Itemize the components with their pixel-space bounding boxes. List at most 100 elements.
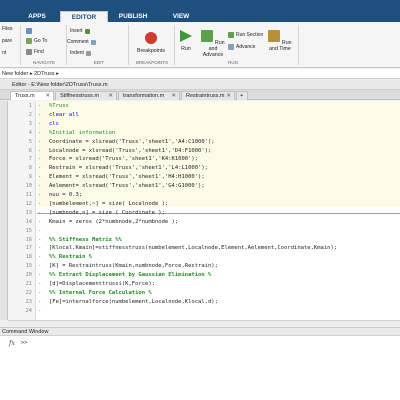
run-section-button[interactable]: Run Section [228,32,263,38]
code-line[interactable]: %% Stiffness Matrix %% [49,237,122,243]
line-marker[interactable]: - [38,210,41,216]
line-marker[interactable]: - [38,183,41,189]
line-marker[interactable]: - [38,219,41,225]
code-line[interactable]: [d]=Displacementtrussi(K,Force); [49,281,155,287]
line-marker[interactable]: - [38,103,41,109]
line-marker[interactable]: - [38,112,41,118]
code-line[interactable]: [numbnode,n] = size ( Coordinate ); [49,210,165,216]
close-icon[interactable]: ✕ [108,92,113,101]
line-number: 10 [25,183,32,190]
compare-partial-button[interactable]: pare [2,38,12,44]
line-marker[interactable]: - [38,290,41,296]
comment-button[interactable]: Comment [67,39,96,45]
tab-apps[interactable]: APPS [22,11,52,22]
code-line[interactable]: Element = xlsread('Truss','sheet1','H4:H… [49,174,205,180]
line-marker[interactable]: - [38,308,41,314]
separator [128,25,129,65]
file-tab-transformation[interactable]: transformation.m ✕ [118,91,180,100]
line-marker[interactable]: - [38,281,41,287]
line-number: 13 [25,209,32,216]
file-tab-restraintruss[interactable]: Restraintruss.m ✕ [181,91,235,100]
print-label: nt [2,50,7,56]
tab-view[interactable]: VIEW [160,11,202,22]
line-marker[interactable]: - [38,254,41,260]
code-line[interactable]: Localnode = xlsread('Truss','sheet1','D4… [49,148,211,154]
find-button[interactable]: Find [26,49,44,55]
find-files-partial-button[interactable]: Files [2,26,13,32]
code-line[interactable]: [numbelement,~] = size( Localnode ); [49,201,168,207]
tab-publish[interactable]: PUBLISH [112,11,154,22]
breakpoints-group-label: BREAKPOINTS [135,60,168,65]
line-number: 2 [28,111,32,118]
line-number: 19 [25,263,32,270]
code-line[interactable]: [Klocal,Kmain]=stiffnesstruss(numbelemen… [49,245,337,251]
breakpoints-button[interactable]: Breakpoints [134,32,168,54]
code-line[interactable]: %Initial information [49,130,115,136]
indent-button[interactable]: Indent [70,50,91,56]
line-marker[interactable]: - [38,192,41,198]
code-line[interactable]: Restrain = xlsread('Truss','sheet1','L4:… [49,165,208,171]
horizontal-scrollbar[interactable] [8,320,400,326]
code-line[interactable]: %Truss [49,103,69,109]
file-tab-label: Restraintruss.m [186,93,225,99]
line-marker[interactable]: - [38,130,41,136]
print-partial-button[interactable]: nt [2,50,6,56]
go-to-button[interactable]: Go To [26,38,47,44]
line-number: 22 [25,289,32,296]
code-line[interactable]: %% Extract Displacement by Gaussian Elim… [49,272,211,278]
tab-editor[interactable]: EDITOR [60,11,108,22]
line-marker[interactable]: - [38,139,41,145]
code-line[interactable]: clear all [49,112,79,118]
file-tab-truss[interactable]: Truss.m ✕ [10,91,54,100]
close-icon[interactable]: ✕ [45,92,50,101]
run-and-advance-button[interactable]: Run and Advance [200,30,226,58]
code-line[interactable]: Kmain = zeros (2*numbnode,2*numbnode ); [49,219,178,225]
file-tab-stiffnesstruss[interactable]: Stiffnesstruss.m ✕ [55,91,117,100]
run-and-time-button[interactable]: Run and Time [266,30,294,52]
line-marker[interactable]: - [38,245,41,251]
find-files-button[interactable] [26,28,32,34]
code-line[interactable]: %% Restrain % [49,254,92,260]
line-marker[interactable]: - [38,156,41,162]
code-line[interactable]: nuu = 0.3; [49,192,82,198]
line-marker[interactable]: - [38,148,41,154]
navigate-group-label: NAVIGATE [32,60,56,65]
line-marker[interactable]: - [38,121,41,127]
current-folder-bar[interactable]: New folder ▸ 2DTruss ▸ [0,69,400,79]
code-line[interactable]: clc [49,121,59,127]
line-number: 15 [25,227,32,234]
code-editor[interactable]: 1 2 3 4 5 6 7 8 9 10 11 12 13 14 15 16 17 18 19 20 21 22 23 24 … [8,101,400,320]
command-window[interactable]: fx >> [0,336,400,400]
line-marker[interactable]: - [38,228,41,234]
line-number: 6 [28,147,32,154]
ribbon-toolstrip: Files pare nt Go To Find NAVIGATE Insert… [0,22,400,68]
indent-icon [85,50,91,56]
line-marker[interactable]: - [38,237,41,243]
editor-left-strip [0,101,8,320]
advance-button[interactable]: Advance [228,44,255,50]
code-line[interactable]: [Fe]=internalforce(numbelement,Localnode… [49,299,218,305]
line-marker[interactable]: - [38,174,41,180]
close-icon[interactable]: ✕ [226,92,231,101]
line-marker[interactable]: - [38,263,41,269]
line-number: 17 [25,245,32,252]
run-button[interactable]: Run [178,30,194,52]
line-number: 12 [25,200,32,207]
line-marker[interactable]: - [38,201,41,207]
code-line[interactable]: [K] = Restraintruss(Kmain,numbnode,Force… [49,263,218,269]
line-marker[interactable]: - [38,272,41,278]
line-marker[interactable]: - [38,299,41,305]
close-icon[interactable]: ✕ [171,92,176,101]
line-number: 23 [25,298,32,305]
code-line[interactable]: Aelement= xlsread('Truss','sheet1','G4:G… [49,183,205,189]
fx-icon[interactable]: fx [9,339,15,347]
insert-button[interactable]: Insert [70,28,90,34]
separator [66,25,67,65]
advance-label: Advance [236,44,256,50]
code-line[interactable]: Force = xlsread('Truss','sheet1','K4:K10… [49,156,198,162]
code-line[interactable]: %% Internal Force Calculation % [49,290,152,296]
code-line[interactable]: Coordinate = xlsread('Truss','sheet1','A… [49,139,215,145]
line-marker[interactable]: - [38,165,41,171]
run-section-icon [228,32,234,38]
new-tab-button[interactable]: + [236,91,248,100]
